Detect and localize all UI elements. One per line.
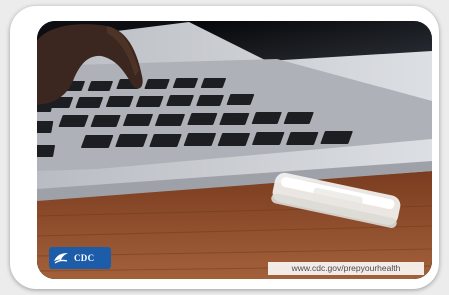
cdc-logo-text: CDC [74, 253, 95, 263]
footer-url: www.cdc.gov/prepyourhealth [268, 262, 424, 275]
laptop-usb-photo [37, 21, 432, 279]
hhs-eagle-icon [54, 253, 68, 264]
image-frame: CDC www.cdc.gov/prepyourhealth [10, 6, 439, 289]
cdc-logo: CDC [49, 247, 111, 269]
